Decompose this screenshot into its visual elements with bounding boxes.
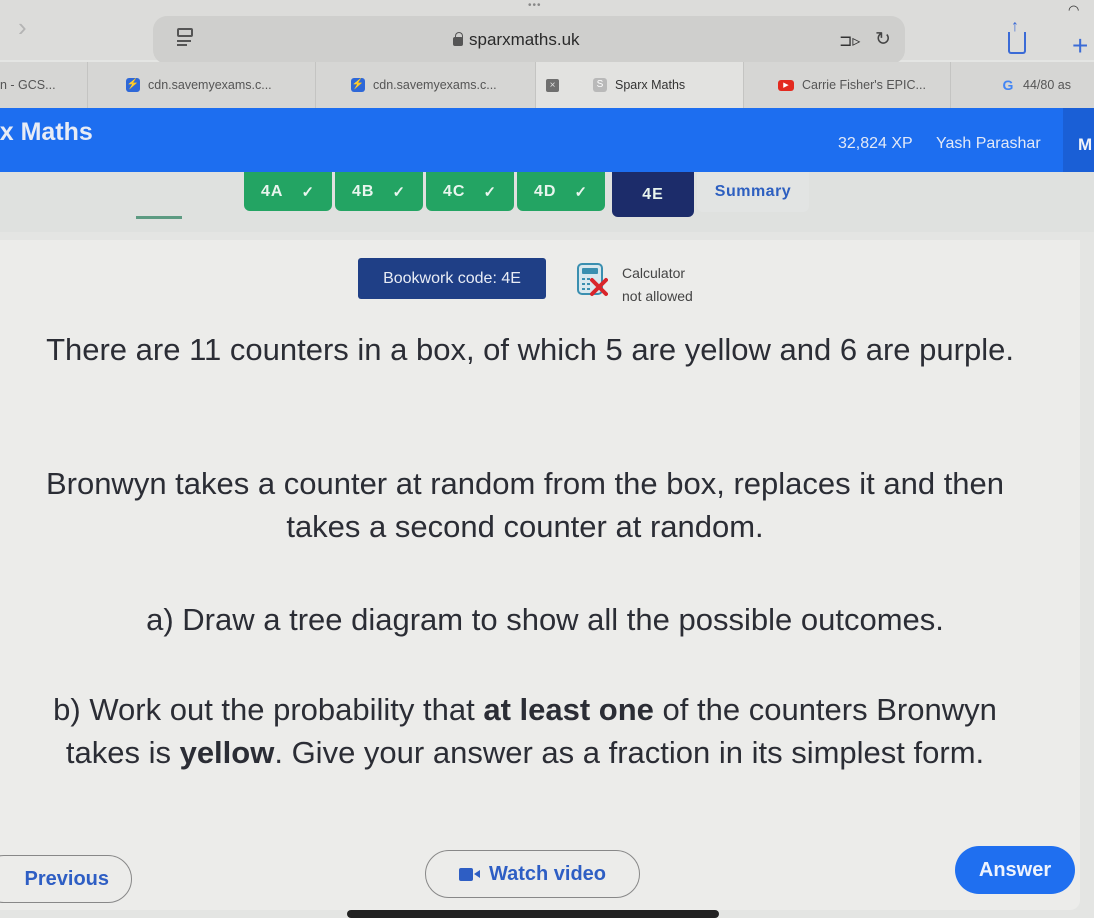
- browser-tab[interactable]: ⚡ cdn.savemyexams.c...: [88, 62, 316, 108]
- forward-icon[interactable]: ›: [18, 12, 27, 43]
- emphasis-yellow: yellow: [179, 735, 275, 770]
- browser-toolbar: ••• › ◠ sparxmaths.uk ⊐▹ ↻ +: [0, 0, 1094, 64]
- video-camera-icon: [458, 867, 480, 881]
- browser-tab[interactable]: ⚡ cdn.savemyexams.c...: [316, 62, 536, 108]
- active-indicator: [136, 216, 182, 219]
- address-bar[interactable]: sparxmaths.uk ⊐▹ ↻: [153, 16, 905, 64]
- previous-button[interactable]: Previous: [0, 855, 132, 903]
- app-header: rx Maths 32,824 XP Yash Parashar M: [0, 108, 1094, 172]
- home-indicator[interactable]: [347, 910, 719, 918]
- tab-title: n - GCS...: [0, 78, 56, 92]
- user-name[interactable]: Yash Parashar: [936, 135, 1041, 153]
- tab-label: 4B: [351, 182, 375, 200]
- tab-4b[interactable]: 4B ✓: [335, 172, 423, 211]
- close-icon[interactable]: ×: [546, 78, 559, 92]
- part-b-text: b) Work out the probability that: [53, 692, 484, 727]
- tab-summary[interactable]: Summary: [697, 172, 809, 212]
- window-drag-dots[interactable]: •••: [528, 0, 542, 11]
- lightning-icon: ⚡: [126, 78, 140, 92]
- menu-label[interactable]: M: [1078, 135, 1092, 155]
- emphasis-at-least-one: at least one: [483, 692, 654, 727]
- question-paragraph-2: Bronwyn takes a counter at random from t…: [45, 466, 1005, 544]
- lock-icon: [453, 32, 463, 46]
- tab-label: 4E: [642, 185, 664, 203]
- question-part-a: a) Draw a tree diagram to show all the p…: [146, 602, 944, 637]
- reader-mode-icon[interactable]: [177, 26, 193, 46]
- youtube-icon: ▶: [778, 79, 794, 91]
- tab-label: Summary: [714, 183, 792, 200]
- tab-4d[interactable]: 4D ✓: [517, 172, 605, 211]
- answer-label: Answer: [978, 858, 1052, 881]
- tab-label: 4D: [533, 182, 557, 200]
- check-icon: ✓: [301, 183, 316, 201]
- browser-tab-active[interactable]: × S Sparx Maths: [536, 62, 744, 108]
- answer-button[interactable]: Answer: [955, 846, 1075, 894]
- lightning-icon: ⚡: [351, 78, 365, 92]
- watch-video-button[interactable]: Watch video: [425, 850, 640, 898]
- share-icon[interactable]: [1008, 18, 1026, 54]
- tab-4a[interactable]: 4A ✓: [244, 172, 332, 211]
- part-b-text: . Give your answer as a fraction in its …: [274, 735, 985, 770]
- calculator-status: Calculator not allowed: [622, 262, 693, 308]
- bookwork-code-badge: Bookwork code: 4E: [358, 258, 546, 299]
- google-icon: G: [1002, 77, 1014, 93]
- calculator-not-allowed-icon: [577, 263, 608, 296]
- tab-title: 44/80 as: [1023, 78, 1071, 92]
- wifi-icon: ◠: [1068, 2, 1080, 17]
- tab-title: cdn.savemyexams.c...: [148, 78, 272, 92]
- browser-tab[interactable]: ▶ Carrie Fisher's EPIC...: [744, 62, 951, 108]
- xp-counter: 32,824 XP: [838, 135, 913, 152]
- tab-title: cdn.savemyexams.c...: [373, 78, 497, 92]
- browser-tab[interactable]: G 44/80 as: [951, 62, 1094, 108]
- browser-tab[interactable]: n - GCS...: [0, 62, 88, 108]
- tab-label: 4A: [260, 182, 284, 200]
- extension-icon[interactable]: ⊐▹: [839, 31, 860, 51]
- check-icon: ✓: [483, 183, 498, 201]
- check-icon: ✓: [392, 183, 407, 201]
- new-tab-icon[interactable]: +: [1072, 30, 1088, 62]
- previous-label: Previous: [24, 867, 109, 890]
- sparx-icon: S: [593, 78, 607, 92]
- task-navigation: 4A ✓ 4B ✓ 4C ✓ 4D ✓ 4E Summary: [0, 172, 1094, 232]
- browser-tab-strip: n - GCS... ⚡ cdn.savemyexams.c... ⚡ cdn.…: [0, 62, 1094, 108]
- tab-4c[interactable]: 4C ✓: [426, 172, 514, 211]
- tab-4e[interactable]: 4E: [612, 172, 694, 217]
- tab-title: Sparx Maths: [615, 78, 686, 92]
- tab-title: Carrie Fisher's EPIC...: [802, 78, 926, 92]
- reload-icon[interactable]: ↻: [875, 28, 891, 51]
- calculator-restriction: not allowed: [622, 288, 693, 304]
- url-text: sparxmaths.uk: [469, 30, 580, 49]
- question-paragraph-1: There are 11 counters in a box, of which…: [46, 332, 1014, 367]
- calculator-label: Calculator: [622, 265, 686, 281]
- tab-label: 4C: [442, 182, 466, 200]
- url-display[interactable]: sparxmaths.uk: [453, 30, 580, 50]
- question-part-b: b) Work out the probability that at leas…: [0, 688, 1050, 774]
- question-card: Bookwork code: 4E Calculator not allowed…: [0, 240, 1080, 910]
- watch-video-label: Watch video: [488, 862, 607, 885]
- app-logo[interactable]: rx Maths: [0, 118, 93, 147]
- check-icon: ✓: [574, 183, 589, 201]
